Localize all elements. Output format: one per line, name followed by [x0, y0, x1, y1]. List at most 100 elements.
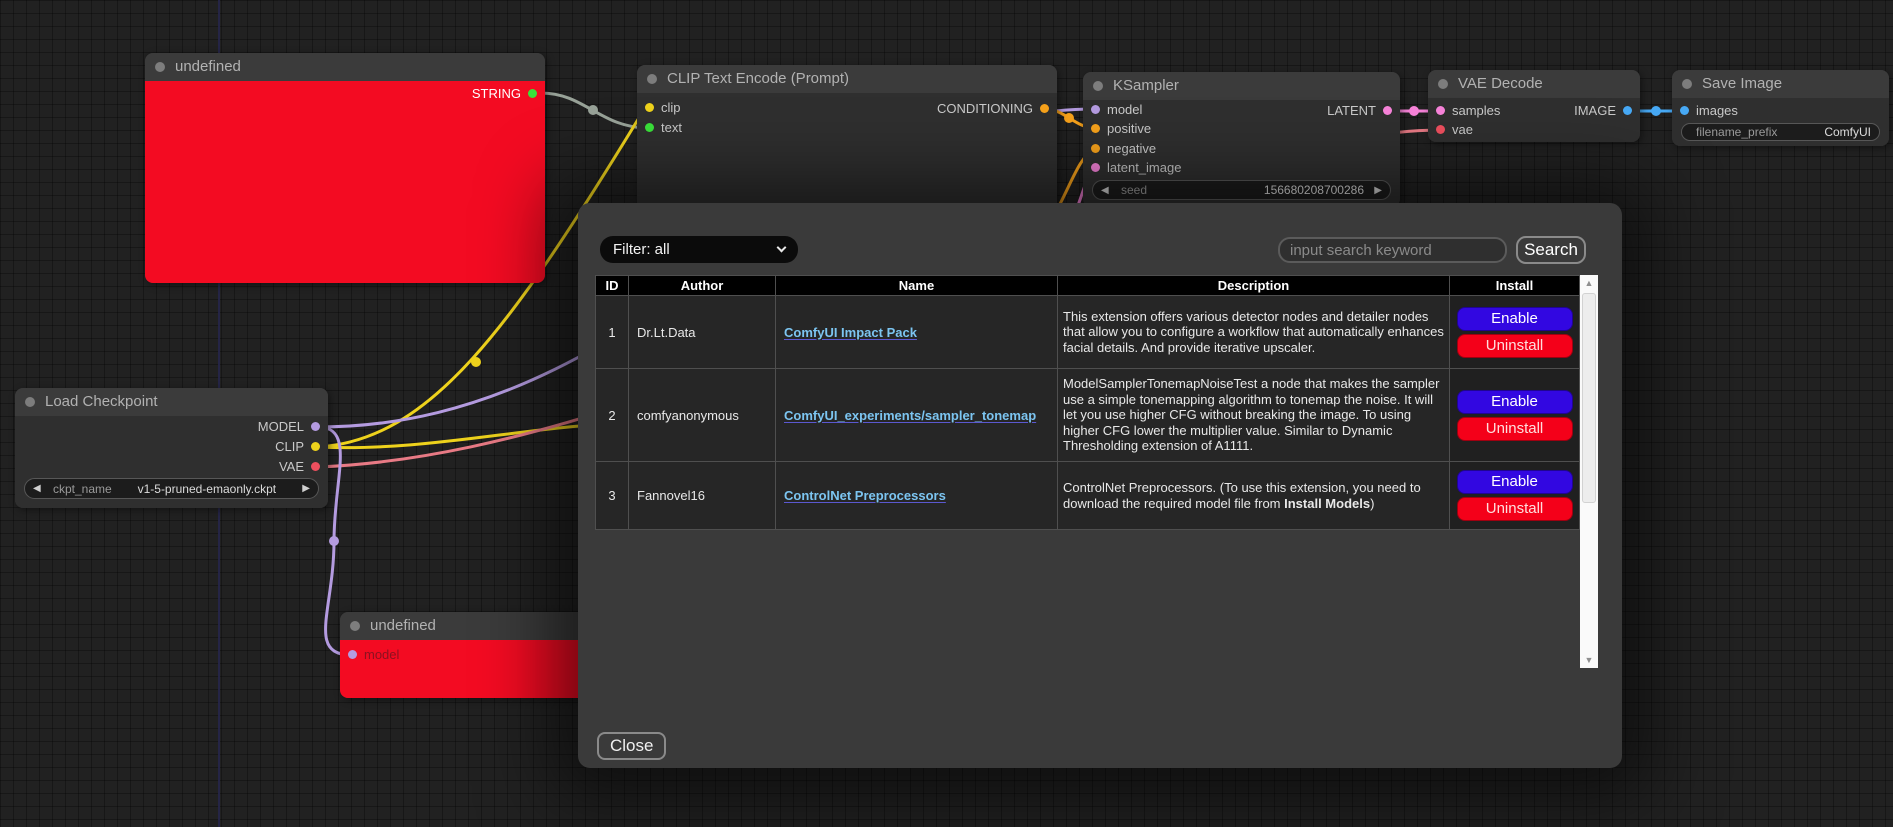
cell-id: 1 [596, 296, 629, 369]
node-graph-canvas[interactable]: undefined STRING CLIP Text Encode (Promp… [0, 0, 1893, 827]
input-slot-positive[interactable]: positive [1091, 121, 1151, 137]
slot-dot[interactable] [311, 422, 320, 431]
extensions-table-body: 1Dr.Lt.DataComfyUI Impact PackThis exten… [596, 296, 1580, 530]
cell-name: ControlNet Preprocessors [776, 462, 1058, 530]
extension-link[interactable]: ComfyUI_experiments/sampler_tonemap [784, 408, 1036, 423]
increment-arrow-icon[interactable]: ▶ [1368, 185, 1382, 196]
node-collapse-dot[interactable] [1093, 81, 1103, 91]
output-slot-model[interactable]: MODEL [258, 419, 320, 435]
wire-midpoint-dot [1064, 113, 1074, 123]
cell-description: ControlNet Preprocessors. (To use this e… [1058, 462, 1450, 530]
slot-dot[interactable] [528, 89, 537, 98]
uninstall-button[interactable]: Uninstall [1457, 417, 1573, 441]
node-body: images filename_prefix ComfyUI [1672, 98, 1889, 146]
node-collapse-dot[interactable] [25, 397, 35, 407]
node-load-checkpoint[interactable]: Load Checkpoint MODEL CLIP VAE ◀ ckpt_na… [15, 388, 328, 508]
input-slot-latent-image[interactable]: latent_image [1091, 160, 1181, 176]
slot-dot[interactable] [1091, 144, 1100, 153]
input-slot-clip[interactable]: clip [645, 100, 681, 116]
slot-dot[interactable] [348, 650, 357, 659]
header-install: Install [1450, 276, 1580, 296]
node-ksampler[interactable]: KSampler model positive negative latent_… [1083, 72, 1400, 207]
slot-dot[interactable] [1091, 163, 1100, 172]
ckpt-name-widget[interactable]: ◀ ckpt_name v1-5-pruned-emaonly.ckpt ▶ [24, 478, 319, 499]
node-collapse-dot[interactable] [647, 74, 657, 84]
header-description: Description [1058, 276, 1450, 296]
cell-install: Enable Uninstall [1450, 369, 1580, 462]
chevron-down-icon [777, 243, 787, 253]
node-collapse-dot[interactable] [1682, 79, 1692, 89]
node-body: STRING [145, 81, 545, 283]
enable-button[interactable]: Enable [1457, 307, 1573, 331]
scroll-up-icon[interactable]: ▲ [1580, 275, 1598, 291]
slot-dot[interactable] [1091, 105, 1100, 114]
node-collapse-dot[interactable] [1438, 79, 1448, 89]
node-undefined-string[interactable]: undefined STRING [145, 53, 545, 283]
slot-dot[interactable] [645, 103, 654, 112]
output-slot-string[interactable]: STRING [472, 86, 537, 102]
slot-dot[interactable] [1091, 124, 1100, 133]
node-vae-decode[interactable]: VAE Decode samples vae IMAGE [1428, 70, 1640, 142]
output-slot-vae[interactable]: VAE [279, 459, 320, 475]
enable-button[interactable]: Enable [1457, 390, 1573, 414]
decrement-arrow-icon[interactable]: ◀ [33, 483, 47, 494]
filename-prefix-widget[interactable]: filename_prefix ComfyUI [1681, 123, 1880, 141]
scrollbar-thumb[interactable] [1582, 293, 1596, 503]
input-slot-negative[interactable]: negative [1091, 141, 1156, 157]
table-header-row: ID Author Name Description Install [596, 276, 1580, 296]
slot-dot[interactable] [645, 123, 654, 132]
node-title: CLIP Text Encode (Prompt) [637, 65, 1057, 93]
node-collapse-dot[interactable] [350, 621, 360, 631]
node-title: Save Image [1672, 70, 1889, 98]
slot-dot[interactable] [1436, 125, 1445, 134]
node-title: KSampler [1083, 72, 1400, 100]
input-slot-model[interactable]: model [348, 647, 399, 663]
node-collapse-dot[interactable] [155, 62, 165, 72]
input-slot-images[interactable]: images [1680, 103, 1738, 119]
extension-link[interactable]: ComfyUI Impact Pack [784, 325, 917, 340]
input-slot-text[interactable]: text [645, 120, 682, 136]
search-input[interactable] [1278, 237, 1507, 263]
cell-id: 2 [596, 369, 629, 462]
search-button[interactable]: Search [1516, 236, 1586, 264]
output-slot-conditioning[interactable]: CONDITIONING [937, 101, 1049, 117]
slot-dot[interactable] [1383, 106, 1392, 115]
enable-button[interactable]: Enable [1457, 470, 1573, 494]
slot-dot[interactable] [311, 442, 320, 451]
node-save-image[interactable]: Save Image images filename_prefix ComfyU… [1672, 70, 1889, 146]
wire-midpoint-dot [471, 357, 481, 367]
output-slot-clip[interactable]: CLIP [275, 439, 320, 455]
cell-id: 3 [596, 462, 629, 530]
uninstall-button[interactable]: Uninstall [1457, 497, 1573, 521]
filter-select[interactable]: Filter: all [600, 236, 798, 263]
table-row: 3Fannovel16 ControlNet Preprocessors Contr… [596, 462, 1580, 530]
node-body: samples vae IMAGE [1428, 98, 1640, 142]
node-body: MODEL CLIP VAE ◀ ckpt_name v1-5-pruned-e… [15, 416, 328, 508]
slot-dot[interactable] [1623, 106, 1632, 115]
scroll-down-icon[interactable]: ▼ [1580, 652, 1598, 668]
input-slot-samples[interactable]: samples [1436, 103, 1500, 119]
wire-midpoint-dot [1409, 106, 1419, 116]
seed-widget[interactable]: ◀ seed 156680208700286 ▶ [1092, 180, 1391, 200]
table-row: 2comfyanonymousComfyUI_experiments/sampl… [596, 369, 1580, 462]
cell-install: Enable Uninstall [1450, 462, 1580, 530]
cell-author: Dr.Lt.Data [629, 296, 776, 369]
input-slot-model[interactable]: model [1091, 102, 1142, 118]
slot-dot[interactable] [1436, 106, 1445, 115]
increment-arrow-icon[interactable]: ▶ [296, 483, 310, 494]
table-scrollbar[interactable]: ▲ ▼ [1580, 275, 1598, 668]
output-slot-latent[interactable]: LATENT [1327, 103, 1392, 119]
extension-link[interactable]: ControlNet Preprocessors [784, 488, 946, 503]
decrement-arrow-icon[interactable]: ◀ [1101, 185, 1115, 196]
close-button[interactable]: Close [597, 732, 666, 760]
slot-dot[interactable] [1040, 104, 1049, 113]
input-slot-vae[interactable]: vae [1436, 122, 1473, 138]
cell-author: Fannovel16 [629, 462, 776, 530]
output-slot-image[interactable]: IMAGE [1574, 103, 1632, 119]
wire-midpoint-dot [329, 536, 339, 546]
cell-name: ComfyUI_experiments/sampler_tonemap [776, 369, 1058, 462]
slot-dot[interactable] [311, 462, 320, 471]
slot-dot[interactable] [1680, 106, 1689, 115]
node-body: model positive negative latent_image LAT… [1083, 100, 1400, 207]
uninstall-button[interactable]: Uninstall [1457, 334, 1573, 358]
